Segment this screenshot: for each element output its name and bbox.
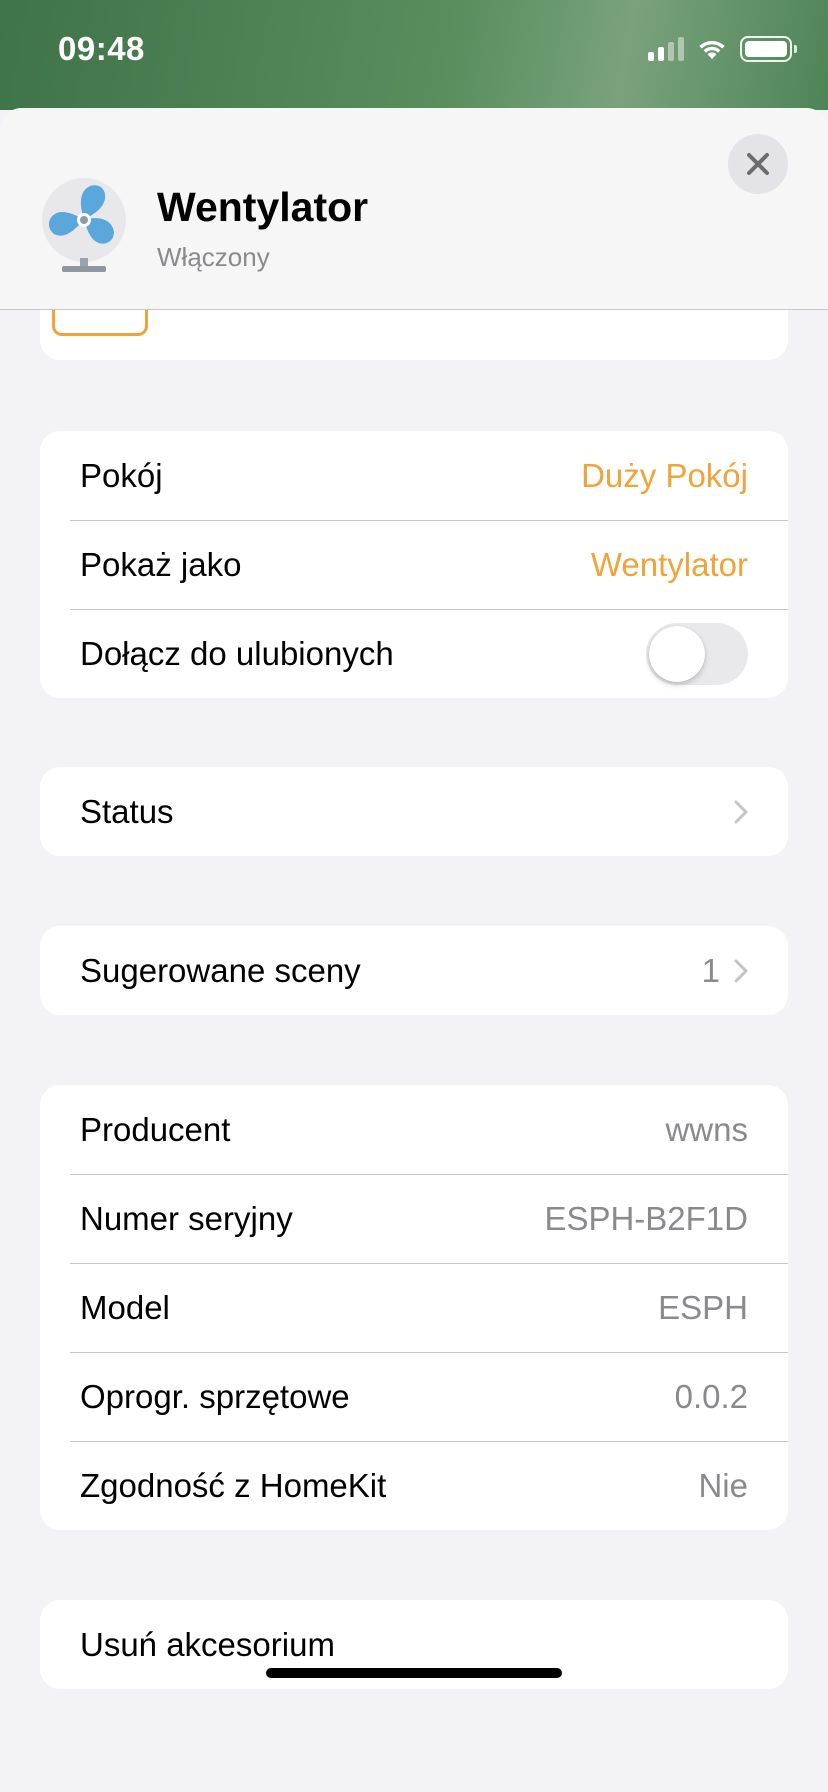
- favorites-row: Dołącz do ulubionych: [40, 609, 788, 698]
- remove-accessory-label: Usuń akcesorium: [80, 1625, 335, 1663]
- favorites-label: Dołącz do ulubionych: [80, 634, 394, 672]
- model-label: Model: [80, 1288, 170, 1326]
- manufacturer-value: wwns: [665, 1110, 748, 1148]
- room-settings-group: Pokój Duży Pokój Pokaż jako Wentylator D…: [40, 431, 788, 698]
- model-row: Model ESPH: [40, 1263, 788, 1352]
- device-info-group: Producent wwns Numer seryjny ESPH-B2F1D …: [40, 1085, 788, 1530]
- room-label: Pokój: [80, 456, 163, 494]
- display-as-label: Pokaż jako: [80, 545, 242, 583]
- firmware-value: 0.0.2: [674, 1377, 748, 1415]
- toggle-knob: [649, 625, 705, 682]
- fan-icon: [42, 178, 126, 272]
- homekit-compat-row: Zgodność z HomeKit Nie: [40, 1441, 788, 1530]
- status-group: Status: [40, 767, 788, 856]
- home-indicator[interactable]: [266, 1668, 562, 1678]
- serial-number-value: ESPH-B2F1D: [544, 1199, 748, 1237]
- firmware-row: Oprogr. sprzętowe 0.0.2: [40, 1352, 788, 1441]
- status-icons: [648, 36, 797, 62]
- accessory-status: Włączony: [157, 242, 270, 272]
- scenes-group: Sugerowane sceny 1: [40, 926, 788, 1015]
- status-row[interactable]: Status: [40, 767, 788, 856]
- signal-icon: [648, 37, 684, 61]
- accessory-sheet: Wentylator Włączony Pokój Duży Pokój Pok…: [0, 108, 828, 1792]
- sheet-header: Wentylator Włączony: [0, 108, 828, 310]
- status-label: Status: [80, 792, 174, 830]
- display-as-value[interactable]: Wentylator: [591, 546, 748, 584]
- chevron-right-icon: [734, 959, 748, 982]
- firmware-label: Oprogr. sprzętowe: [80, 1377, 350, 1415]
- serial-number-row: Numer seryjny ESPH-B2F1D: [40, 1174, 788, 1263]
- suggested-scenes-count: 1: [701, 951, 720, 989]
- suggested-scenes-row[interactable]: Sugerowane sceny 1: [40, 926, 788, 1015]
- chevron-right-icon: [734, 800, 748, 823]
- manufacturer-label: Producent: [80, 1110, 231, 1148]
- homekit-compat-value: Nie: [698, 1466, 748, 1504]
- battery-icon: [740, 36, 797, 62]
- close-icon: [747, 153, 769, 175]
- favorites-toggle[interactable]: [646, 622, 748, 685]
- display-as-row[interactable]: Pokaż jako Wentylator: [40, 520, 788, 609]
- room-value[interactable]: Duży Pokój: [581, 457, 748, 495]
- accessory-title: Wentylator: [157, 184, 369, 230]
- suggested-scenes-label: Sugerowane sceny: [80, 951, 361, 989]
- wifi-icon: [699, 40, 725, 59]
- homekit-compat-label: Zgodność z HomeKit: [80, 1466, 387, 1504]
- status-time: 09:48: [58, 30, 145, 67]
- status-bar: 09:48: [0, 0, 828, 110]
- model-value: ESPH: [658, 1288, 748, 1326]
- serial-number-label: Numer seryjny: [80, 1199, 293, 1237]
- close-button[interactable]: [728, 134, 788, 194]
- manufacturer-row: Producent wwns: [40, 1085, 788, 1174]
- room-row[interactable]: Pokój Duży Pokój: [40, 431, 788, 520]
